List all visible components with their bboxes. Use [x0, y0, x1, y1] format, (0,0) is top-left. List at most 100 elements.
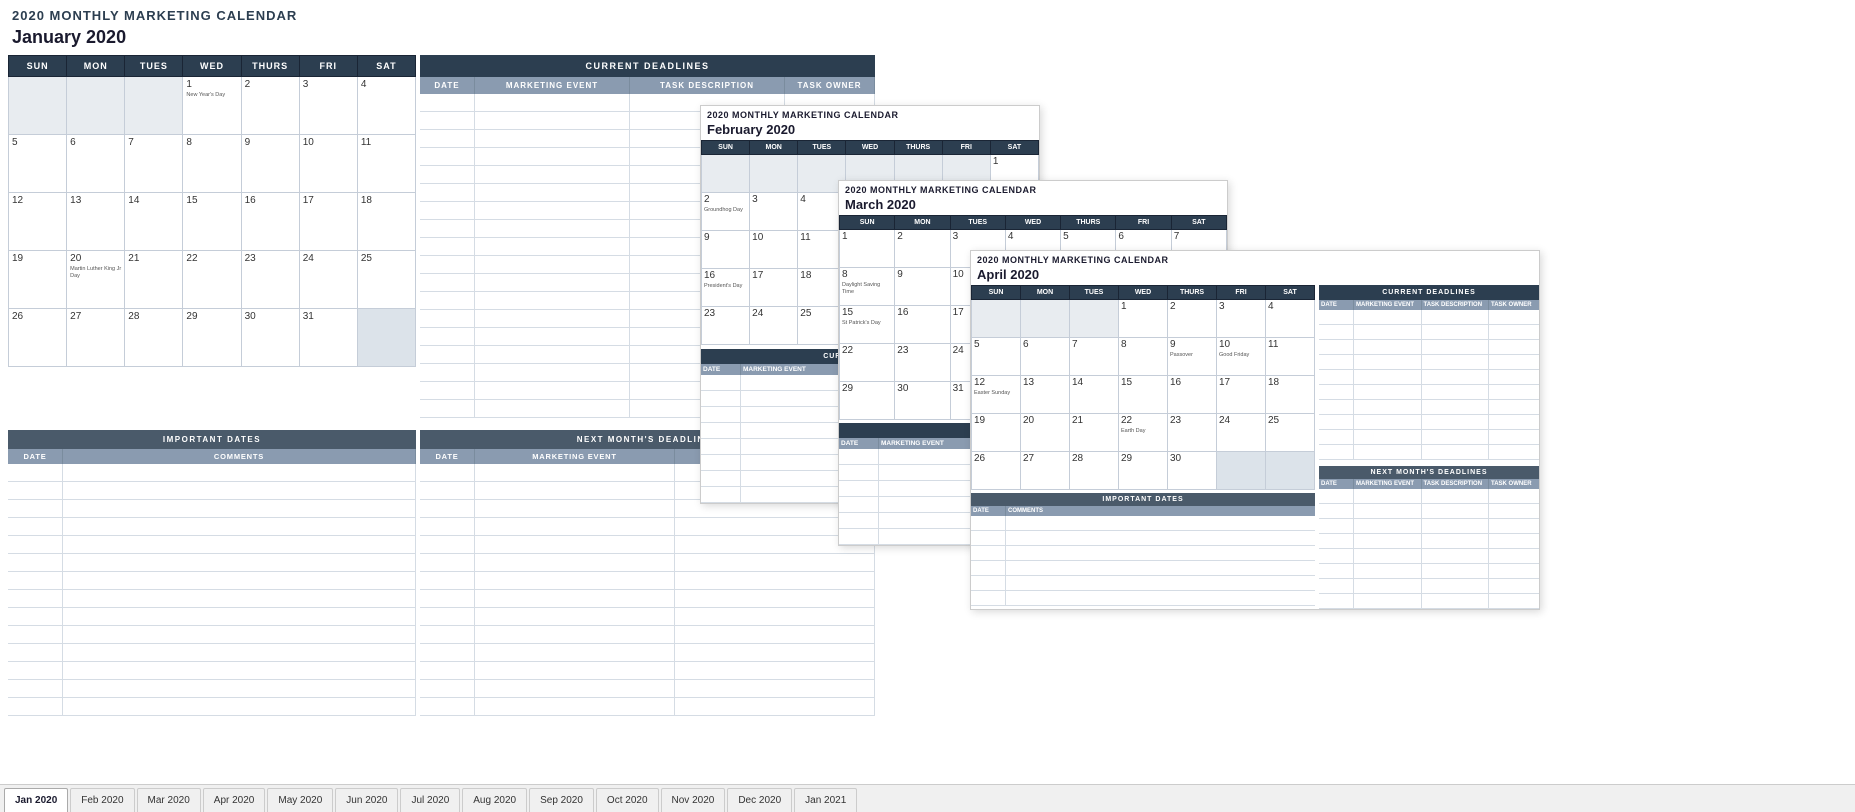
calendar-cell[interactable]: 29	[840, 382, 895, 420]
table-row[interactable]	[8, 590, 416, 608]
sheet-tab[interactable]: Feb 2020	[70, 788, 134, 812]
calendar-cell[interactable]: 20	[1021, 414, 1070, 452]
calendar-cell[interactable]: 26	[972, 452, 1021, 490]
table-row[interactable]	[8, 698, 416, 716]
calendar-cell[interactable]: 28	[1070, 452, 1119, 490]
calendar-cell[interactable]: 20Martin Luther King Jr Day	[67, 251, 125, 309]
table-row[interactable]	[420, 662, 875, 680]
calendar-cell[interactable]: 25	[1266, 414, 1315, 452]
calendar-cell[interactable]: 17	[750, 269, 798, 307]
sheet-tab[interactable]: Nov 2020	[661, 788, 726, 812]
table-row[interactable]	[971, 546, 1315, 561]
calendar-cell[interactable]: 16	[1168, 376, 1217, 414]
table-row[interactable]	[8, 644, 416, 662]
table-row[interactable]	[1319, 430, 1539, 445]
calendar-cell[interactable]: 7	[1070, 338, 1119, 376]
table-row[interactable]	[1319, 445, 1539, 460]
sheet-tab[interactable]: Jan 2020	[4, 788, 68, 812]
calendar-cell[interactable]: 8	[183, 135, 241, 193]
table-row[interactable]	[8, 554, 416, 572]
calendar-cell[interactable]: 3	[1217, 300, 1266, 338]
table-row[interactable]	[1319, 415, 1539, 430]
calendar-cell[interactable]: 2	[241, 77, 299, 135]
calendar-cell[interactable]	[125, 77, 183, 135]
sheet-tab[interactable]: May 2020	[267, 788, 333, 812]
table-row[interactable]	[1319, 579, 1539, 594]
calendar-cell[interactable]: 21	[125, 251, 183, 309]
calendar-cell[interactable]: 26	[9, 309, 67, 367]
table-row[interactable]	[971, 576, 1315, 591]
table-row[interactable]	[420, 644, 875, 662]
table-row[interactable]	[420, 590, 875, 608]
table-row[interactable]	[1319, 400, 1539, 415]
calendar-cell[interactable]: 10	[299, 135, 357, 193]
table-row[interactable]	[1319, 325, 1539, 340]
table-row[interactable]	[8, 464, 416, 482]
table-row[interactable]	[971, 531, 1315, 546]
table-row[interactable]	[8, 680, 416, 698]
table-row[interactable]	[8, 608, 416, 626]
calendar-cell[interactable]: 6	[67, 135, 125, 193]
calendar-cell[interactable]: 30	[1168, 452, 1217, 490]
calendar-cell[interactable]: 2Groundhog Day	[702, 193, 750, 231]
table-row[interactable]	[1319, 310, 1539, 325]
calendar-cell[interactable]: 4	[357, 77, 415, 135]
calendar-cell[interactable]: 8Daylight Saving Time	[840, 268, 895, 306]
table-row[interactable]	[420, 536, 875, 554]
calendar-cell[interactable]: 23	[241, 251, 299, 309]
sheet-tab[interactable]: Mar 2020	[137, 788, 201, 812]
calendar-cell[interactable]: 23	[702, 307, 750, 345]
table-row[interactable]	[1319, 594, 1539, 609]
calendar-cell[interactable]: 1	[1119, 300, 1168, 338]
table-row[interactable]	[8, 482, 416, 500]
calendar-cell[interactable]: 23	[1168, 414, 1217, 452]
calendar-cell[interactable]	[972, 300, 1021, 338]
calendar-cell[interactable]: 24	[750, 307, 798, 345]
sheet-tab[interactable]: Jul 2020	[400, 788, 460, 812]
calendar-cell[interactable]: 22	[840, 344, 895, 382]
calendar-cell[interactable]	[1266, 452, 1315, 490]
calendar-cell[interactable]: 24	[1217, 414, 1266, 452]
table-row[interactable]	[8, 626, 416, 644]
calendar-cell[interactable]: 5	[972, 338, 1021, 376]
calendar-cell[interactable]: 13	[67, 193, 125, 251]
table-row[interactable]	[420, 572, 875, 590]
calendar-cell[interactable]: 7	[125, 135, 183, 193]
calendar-cell[interactable]: 6	[1021, 338, 1070, 376]
table-row[interactable]	[1319, 355, 1539, 370]
sheet-tab[interactable]: Apr 2020	[203, 788, 266, 812]
table-row[interactable]	[8, 536, 416, 554]
calendar-cell[interactable]: 17	[1217, 376, 1266, 414]
table-row[interactable]	[420, 626, 875, 644]
calendar-cell[interactable]: 11	[1266, 338, 1315, 376]
calendar-cell[interactable]	[1021, 300, 1070, 338]
calendar-cell[interactable]: 9Passover	[1168, 338, 1217, 376]
table-row[interactable]	[971, 591, 1315, 606]
table-row[interactable]	[420, 554, 875, 572]
calendar-cell[interactable]: 27	[1021, 452, 1070, 490]
calendar-cell[interactable]: 24	[299, 251, 357, 309]
calendar-cell[interactable]: 14	[1070, 376, 1119, 414]
calendar-cell[interactable]: 4	[1266, 300, 1315, 338]
calendar-cell[interactable]: 16	[241, 193, 299, 251]
calendar-cell[interactable]: 28	[125, 309, 183, 367]
calendar-cell[interactable]: 3	[750, 193, 798, 231]
calendar-cell[interactable]: 8	[1119, 338, 1168, 376]
calendar-cell[interactable]	[357, 309, 415, 367]
calendar-cell[interactable]: 15St Patrick's Day	[840, 306, 895, 344]
calendar-cell[interactable]: 1New Year's Day	[183, 77, 241, 135]
table-row[interactable]	[1319, 489, 1539, 504]
table-row[interactable]	[8, 662, 416, 680]
calendar-cell[interactable]: 1	[840, 230, 895, 268]
table-row[interactable]	[971, 561, 1315, 576]
sheet-tab[interactable]: Sep 2020	[529, 788, 594, 812]
table-row[interactable]	[1319, 385, 1539, 400]
calendar-cell[interactable]: 12Easter Sunday	[972, 376, 1021, 414]
calendar-cell[interactable]: 23	[895, 344, 950, 382]
table-row[interactable]	[8, 572, 416, 590]
calendar-cell[interactable]	[702, 155, 750, 193]
table-row[interactable]	[1319, 549, 1539, 564]
calendar-cell[interactable]: 19	[972, 414, 1021, 452]
calendar-cell[interactable]: 10Good Friday	[1217, 338, 1266, 376]
calendar-cell[interactable]: 14	[125, 193, 183, 251]
